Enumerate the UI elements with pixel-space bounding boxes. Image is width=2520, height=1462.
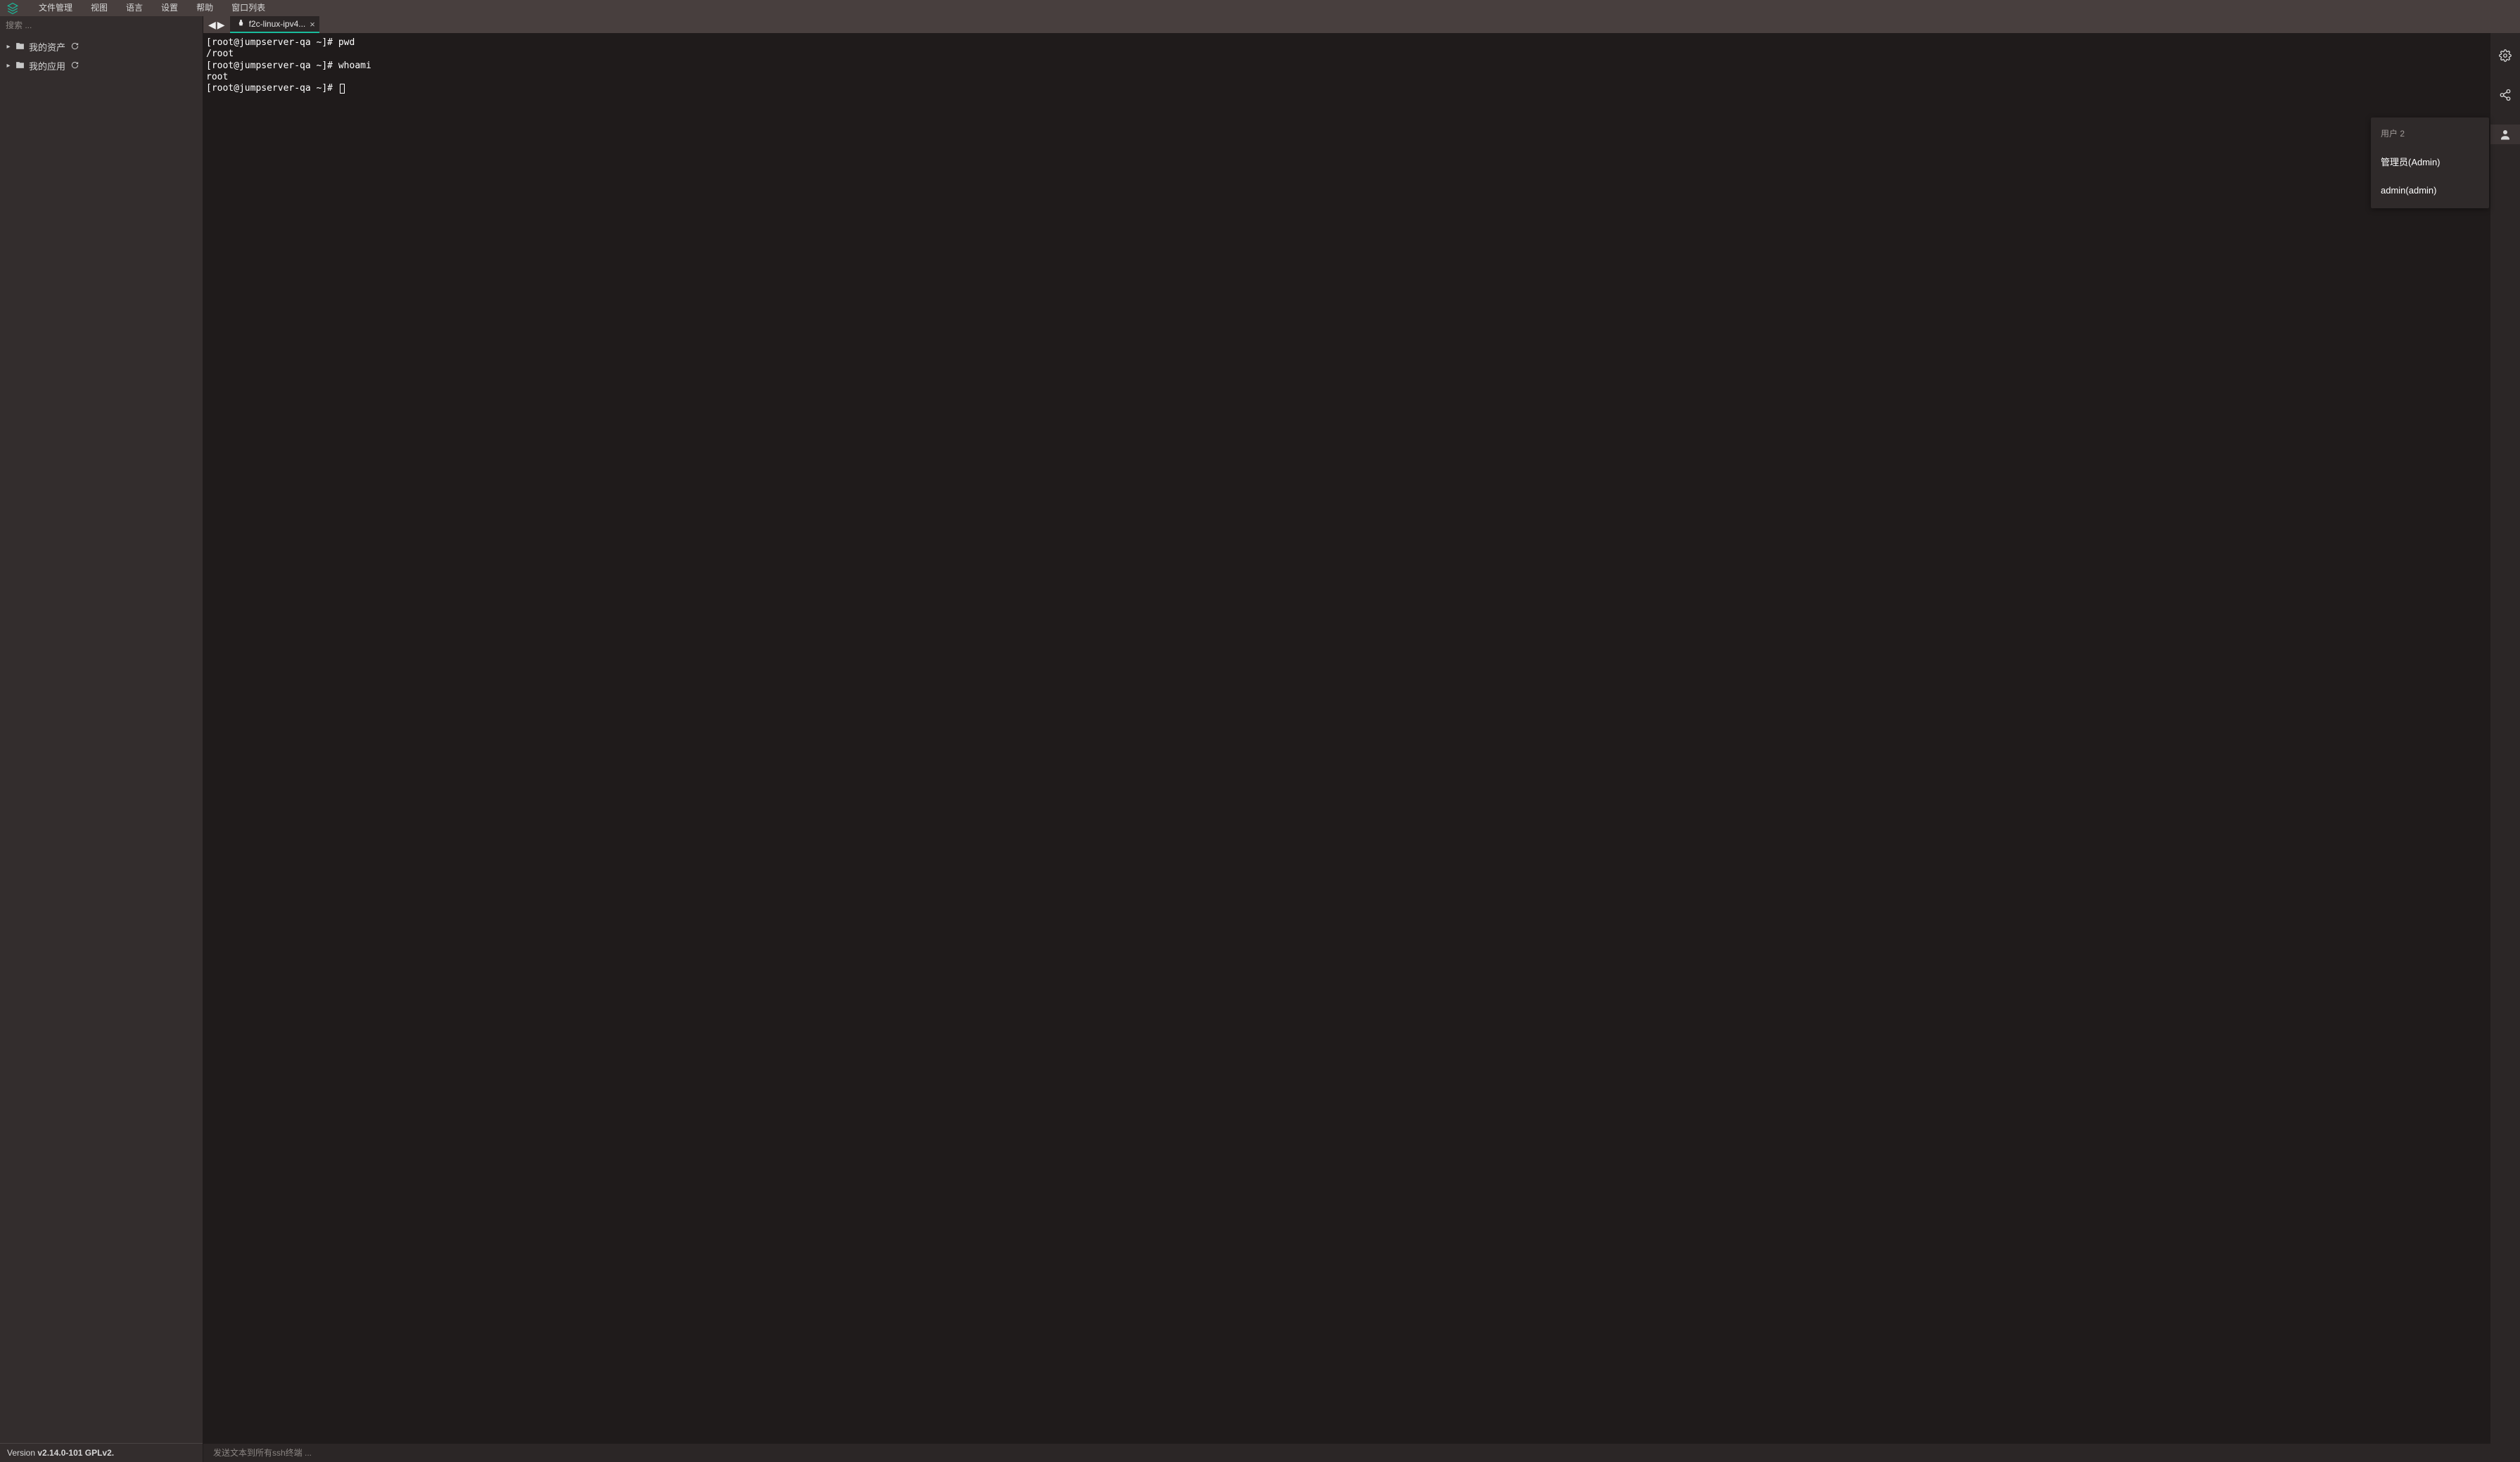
tab-next-icon[interactable]: ▶ <box>217 20 226 30</box>
send-bar <box>203 1444 2520 1462</box>
tab-nav: ◀ ▶ <box>203 16 230 33</box>
terminal-line: [root@jumpserver-qa ~]# <box>206 83 338 94</box>
tabbar: ◀ ▶ f2c-linux-ipv4... × <box>203 16 2520 33</box>
refresh-icon[interactable] <box>71 61 79 71</box>
tree-node-label: 我的应用 <box>29 59 65 72</box>
tree-node-label: 我的资产 <box>29 40 65 53</box>
terminal-line: /root <box>206 49 234 59</box>
search-input[interactable] <box>6 18 197 32</box>
linux-icon <box>237 19 245 29</box>
folder-icon <box>15 42 25 53</box>
terminal-cursor <box>340 84 345 94</box>
menubar: 文件管理 视图 语言 设置 帮助 窗口列表 <box>0 0 2520 16</box>
user-panel-title: 用户 2 <box>2371 125 2489 146</box>
tab-active[interactable]: f2c-linux-ipv4... × <box>230 16 319 33</box>
tab-prev-icon[interactable]: ◀ <box>208 20 217 30</box>
right-rail <box>2490 33 2520 1444</box>
main-area: ▸ 我的资产 ▸ 我的应用 Version v <box>0 16 2520 1462</box>
sidebar: ▸ 我的资产 ▸ 我的应用 Version v <box>0 16 203 1462</box>
refresh-icon[interactable] <box>71 42 79 52</box>
asset-tree: ▸ 我的资产 ▸ 我的应用 <box>0 34 203 1443</box>
terminal[interactable]: [root@jumpserver-qa ~]# pwd /root [root@… <box>203 33 2490 1444</box>
chevron-right-icon: ▸ <box>6 62 11 70</box>
menu-file[interactable]: 文件管理 <box>30 0 82 16</box>
terminal-line: root <box>206 72 228 82</box>
user-item[interactable]: admin(admin) <box>2371 177 2489 204</box>
broadcast-input[interactable] <box>213 1448 2510 1458</box>
terminal-line: [root@jumpserver-qa ~]# whoami <box>206 61 371 71</box>
user-panel-count: 2 <box>2400 129 2405 139</box>
users-button[interactable] <box>2490 125 2520 144</box>
version-text: v2.14.0-101 GPLv2. <box>37 1448 114 1458</box>
search-wrap <box>0 16 203 34</box>
terminal-line: [root@jumpserver-qa ~]# pwd <box>206 37 355 48</box>
share-icon <box>2499 89 2512 101</box>
menu-window-list[interactable]: 窗口列表 <box>222 0 274 16</box>
tab-label: f2c-linux-ipv4... <box>249 19 306 29</box>
tree-node-my-assets[interactable]: ▸ 我的资产 <box>0 37 203 56</box>
chevron-right-icon: ▸ <box>6 43 11 51</box>
menu-language[interactable]: 语言 <box>117 0 152 16</box>
menu-help[interactable]: 帮助 <box>187 0 222 16</box>
user-icon <box>2499 128 2512 141</box>
terminal-wrap: [root@jumpserver-qa ~]# pwd /root [root@… <box>203 33 2520 1444</box>
content: ◀ ▶ f2c-linux-ipv4... × [root@jumpserver… <box>203 16 2520 1462</box>
user-item[interactable]: 管理员(Admin) <box>2371 146 2489 177</box>
tree-node-my-apps[interactable]: ▸ 我的应用 <box>0 56 203 75</box>
user-panel-title-prefix: 用户 <box>2381 129 2400 139</box>
settings-button[interactable] <box>2490 46 2520 65</box>
folder-icon <box>15 61 25 72</box>
share-button[interactable] <box>2490 85 2520 105</box>
version-prefix: Version <box>7 1448 37 1458</box>
user-panel: 用户 2 管理员(Admin) admin(admin) <box>2371 117 2489 208</box>
sidebar-footer: Version v2.14.0-101 GPLv2. <box>0 1443 203 1462</box>
close-icon[interactable]: × <box>310 20 315 29</box>
menu-view[interactable]: 视图 <box>82 0 117 16</box>
menu-settings[interactable]: 设置 <box>152 0 187 16</box>
gear-icon <box>2499 49 2512 62</box>
app-logo[interactable] <box>6 1 20 15</box>
